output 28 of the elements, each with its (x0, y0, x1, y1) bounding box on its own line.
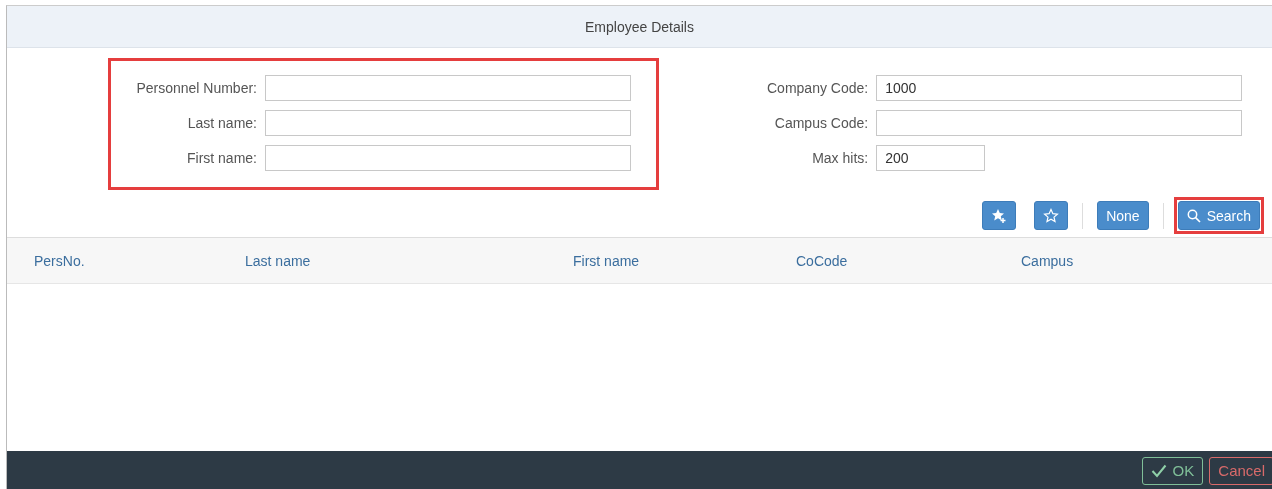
input-field[interactable] (265, 110, 631, 136)
input-field[interactable]: 200 (876, 145, 986, 171)
input-field[interactable]: 1000 (876, 75, 1243, 101)
search-button[interactable]: Search (1177, 201, 1260, 230)
field-label: Last name: (186, 115, 257, 131)
column-header[interactable]: Last name (245, 252, 311, 269)
ok-button[interactable]: OK (1141, 456, 1204, 485)
column-header[interactable]: PersNo. (34, 252, 85, 269)
star-plus-icon (991, 207, 1008, 224)
field-label: Campus Code: (773, 115, 869, 131)
field-label: Company Code: (767, 80, 869, 96)
star-icon (1043, 207, 1060, 224)
check-icon (1150, 463, 1167, 478)
column-header[interactable]: CoCode (796, 252, 848, 269)
input-field[interactable] (265, 75, 631, 101)
search-icon (1186, 208, 1201, 223)
column-header[interactable]: Campus (1021, 252, 1074, 269)
field-label: First name: (186, 150, 257, 166)
add-favorite-button[interactable] (982, 201, 1017, 230)
favorite-button[interactable] (1034, 201, 1069, 230)
field-label: Personnel Number: (136, 80, 257, 96)
field-label: Max hits: (811, 150, 869, 166)
window-title: Employee Details (585, 18, 694, 35)
none-button[interactable]: None (1097, 201, 1149, 230)
input-field[interactable] (265, 145, 631, 171)
column-header[interactable]: First name (573, 252, 640, 269)
input-field[interactable] (876, 110, 1243, 136)
cancel-button[interactable]: Cancel (1209, 456, 1272, 485)
